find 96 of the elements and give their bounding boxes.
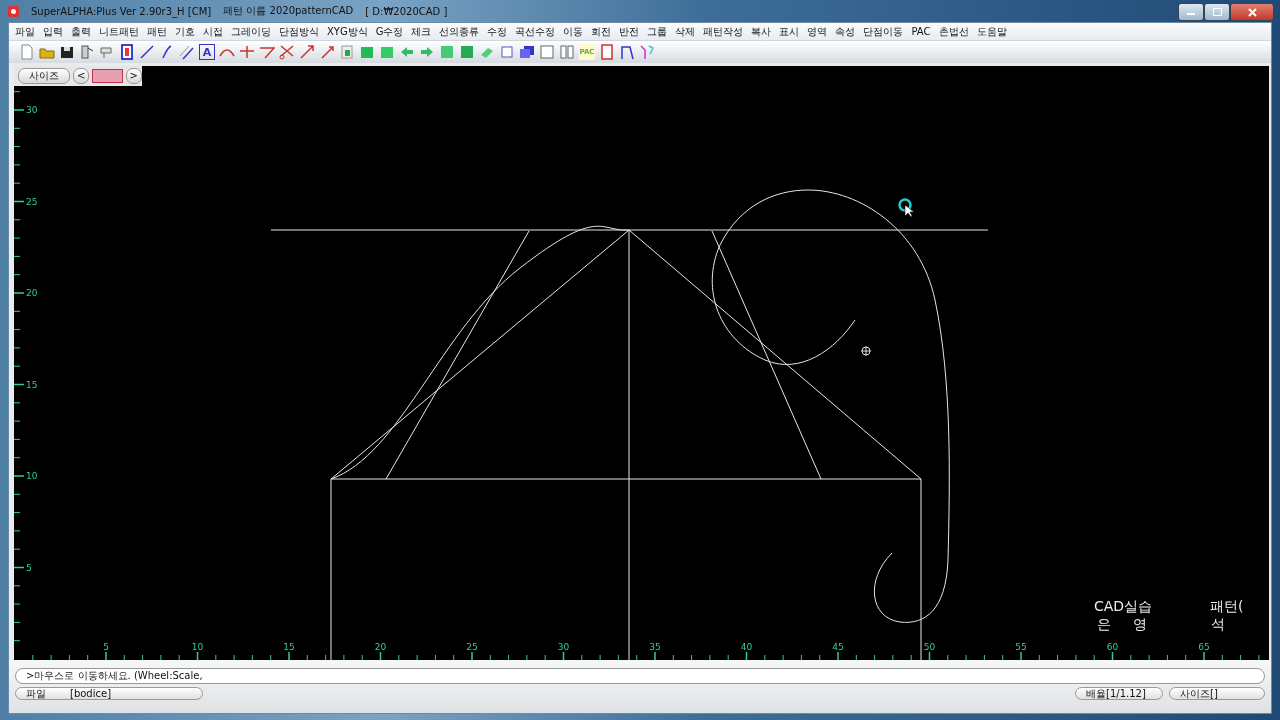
ruler-label: 65 (1198, 642, 1210, 652)
page-icon[interactable] (339, 44, 355, 60)
block-icon[interactable] (459, 44, 475, 60)
file-label: 파일 (26, 686, 46, 701)
menu-item[interactable]: 체크 (407, 24, 436, 39)
menu-item[interactable]: 파일 (11, 24, 39, 39)
arrow-icon[interactable] (419, 44, 435, 60)
window-title: SuperALPHA:Plus Ver 2.90r3_H [CM] (31, 5, 212, 17)
ruler-label: 30 (557, 642, 570, 652)
menu-item[interactable]: 촌법선 (934, 24, 973, 39)
ruler-label: 45 (832, 642, 844, 652)
arrow-icon[interactable] (299, 44, 315, 60)
menu-item[interactable]: 기호 (171, 24, 199, 39)
canvas-text: CAD실습 (1094, 598, 1153, 614)
block-icon[interactable] (359, 44, 375, 60)
menu-item[interactable]: 이동 (559, 24, 588, 39)
menu-item[interactable]: 패턴작성 (699, 24, 748, 39)
line-icon[interactable] (139, 44, 155, 60)
ruler-label: 30 (26, 105, 38, 115)
document-icon[interactable] (599, 44, 615, 60)
tool-icon[interactable] (99, 44, 115, 60)
ruler-label: 25 (466, 642, 478, 652)
columns-icon[interactable] (559, 44, 575, 60)
ruler-label: 5 (26, 562, 32, 573)
cross-icon[interactable] (239, 44, 255, 60)
app-logo-icon (8, 5, 19, 17)
canvas-text: 영 (1133, 616, 1147, 632)
maximize-button[interactable] (1204, 3, 1230, 21)
menu-item[interactable]: 시접 (199, 24, 227, 39)
size-swatch[interactable] (92, 69, 123, 83)
double-line-icon[interactable] (179, 44, 195, 60)
menu-item[interactable]: 도움말 (972, 24, 1011, 39)
toolbar-button[interactable]: A (199, 44, 215, 60)
next-button[interactable]: > (125, 68, 142, 84)
menu-item[interactable]: 단점방식 (275, 24, 323, 39)
menu-item[interactable]: 선의종류 (435, 24, 484, 39)
close-icon (1247, 7, 1257, 17)
ruler-label: 40 (740, 642, 753, 652)
canvas-text: 패턴( (1210, 598, 1244, 614)
tool-icon[interactable] (79, 44, 95, 60)
menu-item[interactable]: 표시 (775, 24, 804, 39)
window-title: 패턴 이름 2020patternCAD (223, 4, 354, 18)
window-title: [ D:₩2020CAD ] (365, 5, 448, 17)
crosshair-icon (860, 345, 872, 357)
ruler-label: 15 (283, 642, 295, 652)
ruler-label: 5 (103, 642, 109, 652)
menu-item[interactable]: 그룹 (643, 24, 672, 39)
menu-item[interactable]: 수정 (483, 24, 512, 39)
menu-item[interactable]: 출력 (67, 24, 95, 39)
menu-item[interactable]: G수정 (371, 24, 408, 39)
menu-item[interactable]: 삭제 (671, 24, 700, 39)
previous-button[interactable]: < (73, 68, 90, 84)
menu-item[interactable]: PAC (907, 26, 935, 37)
menu-item[interactable]: XYG방식 (323, 24, 372, 39)
size-status: 사이즈[] (1169, 687, 1265, 700)
ruler-label: 15 (26, 379, 38, 390)
ruler-label: 50 (923, 642, 936, 652)
menu-item[interactable]: 속성 (831, 24, 860, 39)
canvas-text: 은 (1097, 616, 1111, 632)
block-icon[interactable] (379, 44, 395, 60)
menu-item[interactable]: 복사 (747, 24, 776, 39)
block-icon[interactable] (439, 44, 455, 60)
menu-item[interactable]: 단점이동 (859, 24, 908, 39)
arrow-icon[interactable] (319, 44, 335, 60)
ruler-label: 25 (26, 196, 38, 207)
menu-item[interactable]: 입력 (39, 24, 67, 39)
file-name: [bodice] (70, 688, 112, 699)
ruler-label: 10 (26, 471, 38, 481)
cursor-icon (898, 198, 915, 218)
minimize-button[interactable] (1178, 3, 1204, 21)
page-icon[interactable] (19, 44, 35, 60)
scissors-icon[interactable] (279, 44, 295, 60)
stacked-pages-icon[interactable] (519, 44, 535, 60)
arrow-icon[interactable] (399, 44, 415, 60)
menu-item[interactable]: 니트패턴 (95, 24, 143, 39)
menu-item[interactable]: 그레이딩 (227, 24, 275, 39)
ruler-label: 55 (1015, 642, 1027, 652)
ruler-label: 20 (26, 288, 38, 298)
ruler-label: 60 (1106, 642, 1119, 652)
menu-item[interactable]: 회전 (587, 24, 616, 39)
menu-item[interactable]: 반전 (615, 24, 644, 39)
menu-item[interactable]: 곡선수정 (511, 24, 560, 39)
command-line[interactable]: >마우스로 이동하세요. (Wheel:Scale, (15, 668, 1265, 684)
scale-status: 배율[1/1.12] (1075, 687, 1163, 700)
menu-item[interactable]: 영역 (803, 24, 832, 39)
ruler-label: 35 (649, 642, 661, 652)
maximize-icon (1212, 8, 1222, 16)
close-button[interactable] (1230, 3, 1274, 21)
ruler-label: 10 (191, 642, 204, 652)
arch-icon[interactable] (619, 44, 635, 60)
menu-item[interactable]: 패턴 (143, 24, 171, 39)
angle-icon[interactable] (259, 44, 275, 60)
canvas-text: 석 (1211, 616, 1225, 632)
document-icon[interactable] (119, 44, 135, 60)
ruler-label: 20 (374, 642, 387, 652)
size-button[interactable]: 사이즈 (18, 68, 70, 84)
